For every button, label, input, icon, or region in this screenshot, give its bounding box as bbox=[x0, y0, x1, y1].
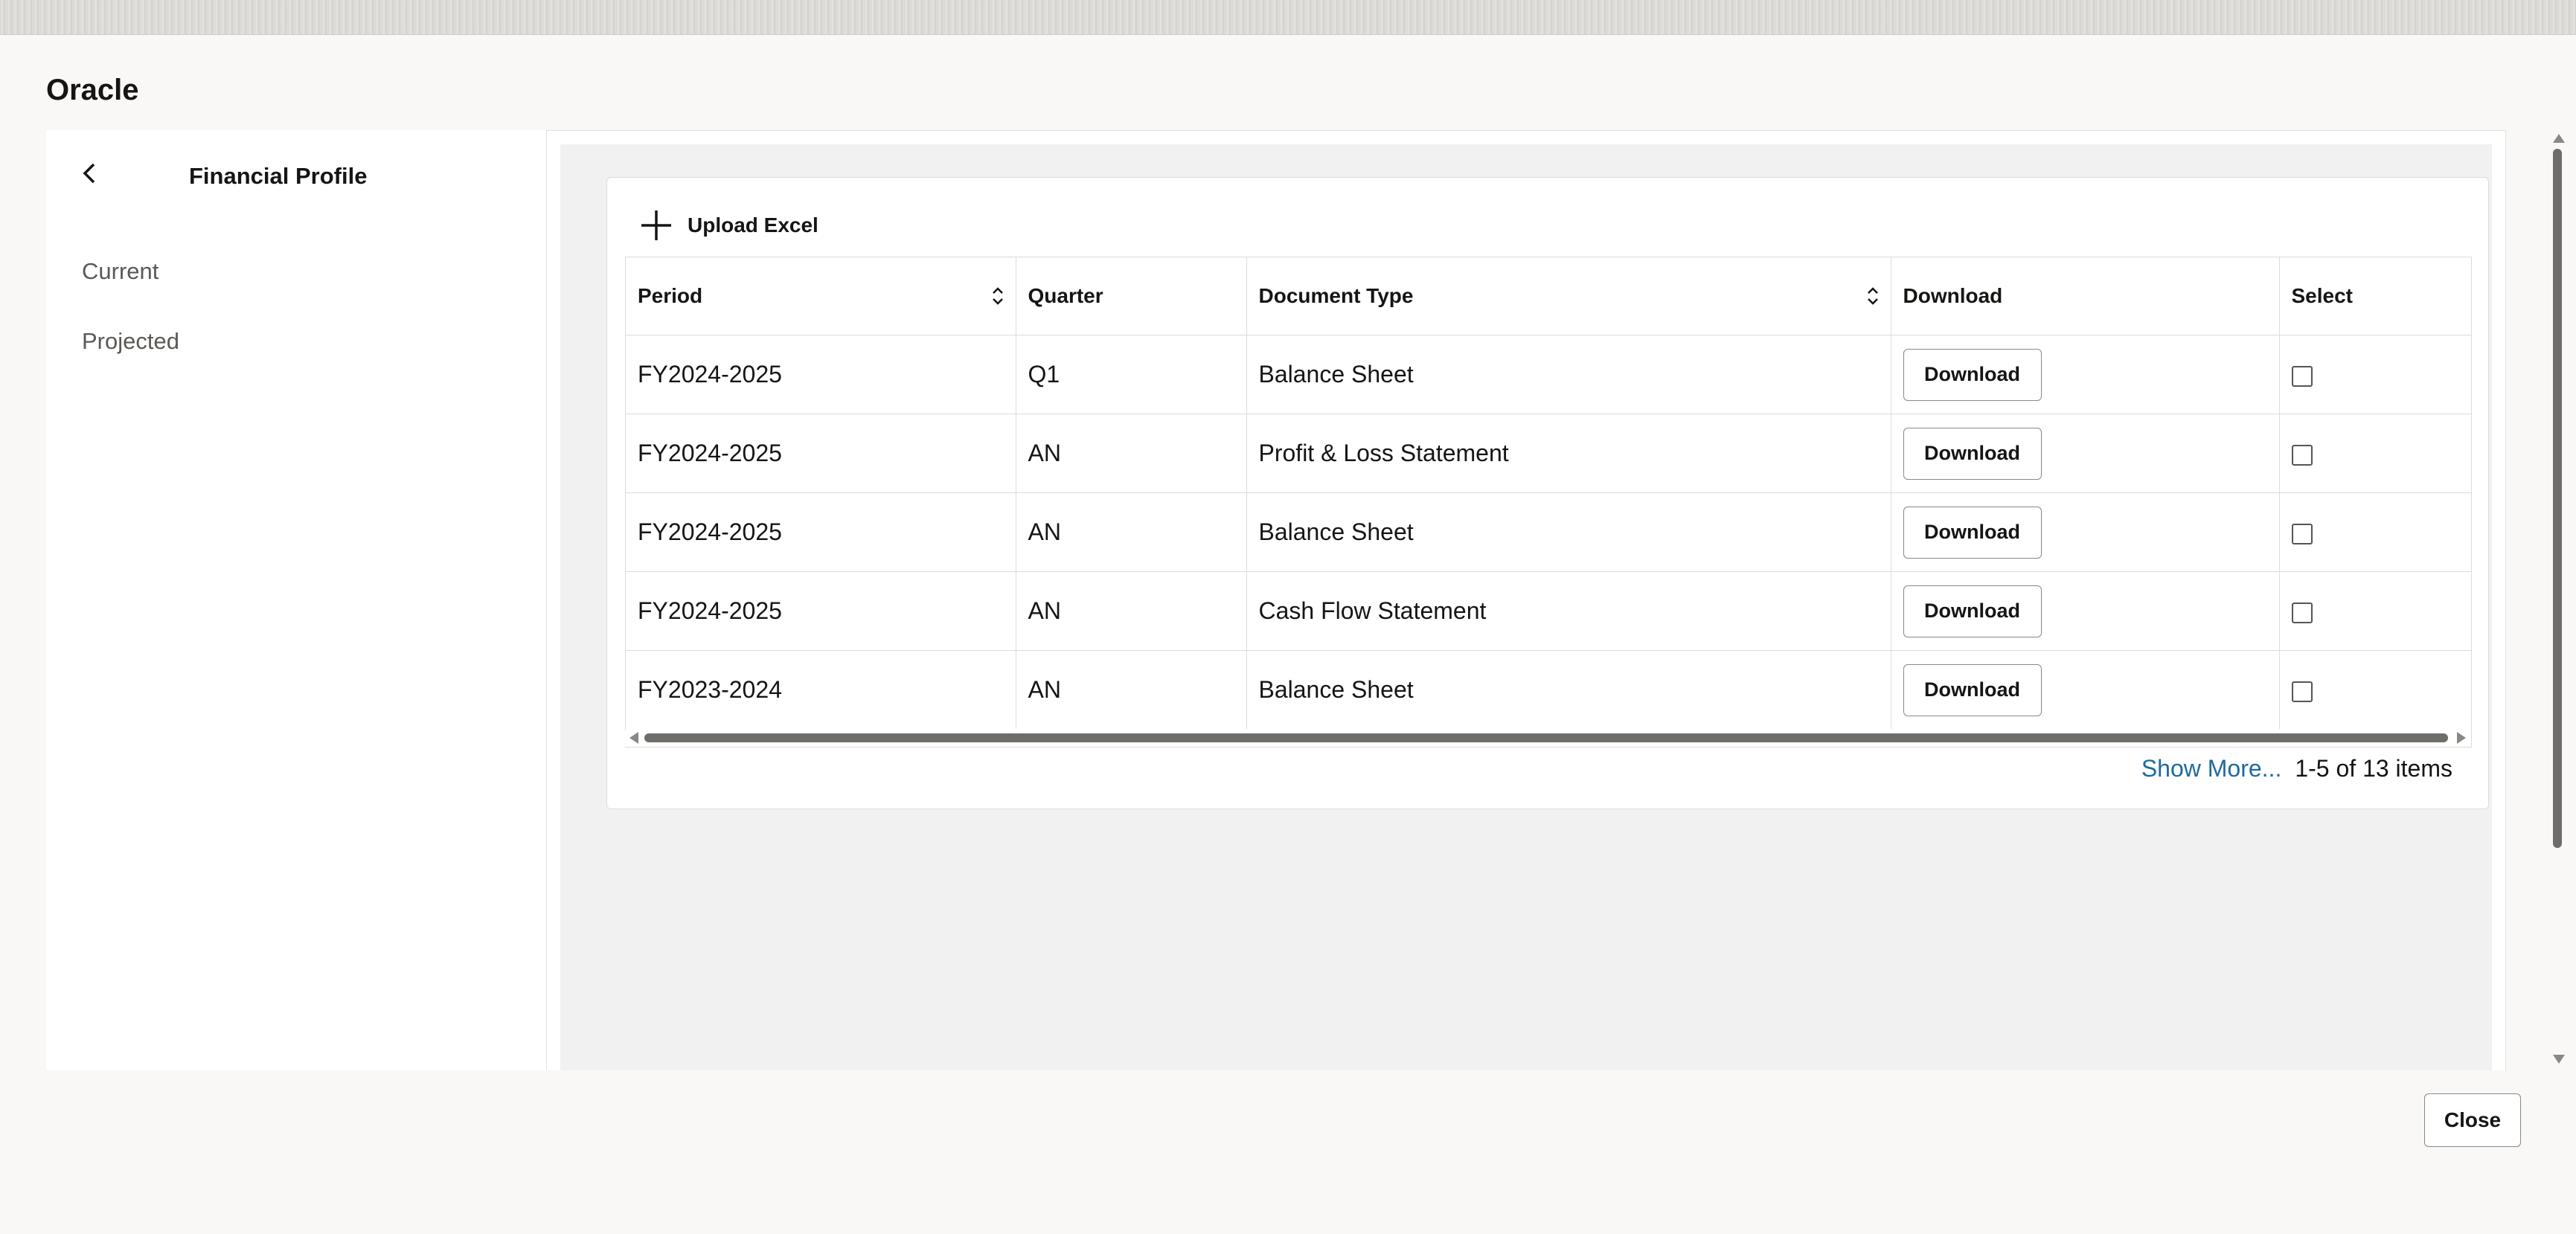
pagination: Show More... 1-5 of 13 items bbox=[2141, 755, 2452, 783]
download-cell: Download bbox=[1891, 335, 2280, 414]
item-range-label: 1-5 of 13 items bbox=[2295, 755, 2452, 782]
scroll-up-arrow-icon[interactable] bbox=[2553, 134, 2565, 143]
column-header-download: Download bbox=[1891, 257, 2280, 335]
quarter-cell: AN bbox=[1016, 492, 1247, 572]
download-button[interactable]: Download bbox=[1903, 585, 2042, 637]
select-checkbox[interactable] bbox=[2291, 365, 2313, 387]
column-header-period[interactable]: Period bbox=[626, 257, 1016, 335]
period-cell: FY2024-2025 bbox=[626, 414, 1016, 493]
documents-table: Period Quarter Document Type Download Se… bbox=[626, 257, 2471, 729]
show-more-link[interactable]: Show More... bbox=[2141, 755, 2282, 783]
period-cell: FY2024-2025 bbox=[626, 571, 1016, 651]
column-header-label: Select bbox=[2291, 284, 2354, 307]
download-cell: Download bbox=[1891, 571, 2280, 651]
financial-profile-dialog: Oracle Financial Profile Current Project… bbox=[0, 34, 2576, 1234]
sort-icon[interactable] bbox=[1867, 286, 1879, 306]
scroll-down-arrow-icon[interactable] bbox=[2553, 1055, 2565, 1064]
select-checkbox[interactable] bbox=[2291, 681, 2313, 702]
download-button[interactable]: Download bbox=[1903, 663, 2042, 716]
quarter-cell: Q1 bbox=[1016, 335, 1247, 414]
main-panel: Upload Excel Period Quarter Document Typ… bbox=[546, 130, 2506, 1071]
column-header-label: Quarter bbox=[1028, 284, 1103, 307]
vertical-scrollbar[interactable] bbox=[2551, 126, 2566, 1071]
column-header-select: Select bbox=[2279, 257, 2471, 335]
select-cell bbox=[2279, 492, 2471, 572]
table-row: FY2024-2025 AN Balance Sheet Download bbox=[626, 492, 2471, 572]
column-header-label: Period bbox=[638, 284, 703, 307]
content-background: Upload Excel Period Quarter Document Typ… bbox=[560, 144, 2492, 1071]
scroll-right-arrow-icon[interactable] bbox=[2457, 732, 2466, 744]
sidebar-title: Financial Profile bbox=[189, 163, 368, 189]
dialog-title: Oracle bbox=[46, 74, 139, 106]
documents-card: Upload Excel Period Quarter Document Typ… bbox=[606, 177, 2489, 809]
quarter-cell: AN bbox=[1016, 571, 1247, 651]
select-checkbox[interactable] bbox=[2291, 602, 2313, 623]
document-type-cell: Profit & Loss Statement bbox=[1246, 414, 1891, 493]
table-row: FY2024-2025 AN Cash Flow Statement Downl… bbox=[626, 571, 2471, 651]
column-header-document-type[interactable]: Document Type bbox=[1246, 257, 1891, 335]
period-cell: FY2024-2025 bbox=[626, 492, 1016, 572]
select-cell bbox=[2279, 571, 2471, 651]
plus-icon bbox=[641, 211, 671, 240]
select-checkbox[interactable] bbox=[2291, 523, 2313, 544]
document-type-cell: Balance Sheet bbox=[1246, 335, 1891, 414]
sort-icon[interactable] bbox=[992, 286, 1004, 306]
background-window-strip bbox=[0, 0, 2576, 34]
scroll-left-arrow-icon[interactable] bbox=[629, 732, 638, 744]
period-cell: FY2024-2025 bbox=[626, 335, 1016, 414]
vertical-scroll-thumb[interactable] bbox=[2553, 149, 2562, 848]
sidebar-item-current[interactable]: Current bbox=[82, 258, 158, 285]
sidebar-item-projected[interactable]: Projected bbox=[82, 328, 179, 355]
upload-excel-label: Upload Excel bbox=[688, 213, 818, 237]
dialog-footer bbox=[0, 1070, 2576, 1234]
download-button[interactable]: Download bbox=[1903, 506, 2042, 559]
horizontal-scrollbar[interactable] bbox=[625, 730, 2470, 746]
horizontal-scroll-thumb[interactable] bbox=[644, 733, 2448, 742]
download-cell: Download bbox=[1891, 414, 2280, 493]
download-button[interactable]: Download bbox=[1903, 427, 2042, 480]
select-cell bbox=[2279, 414, 2471, 493]
close-button[interactable]: Close bbox=[2424, 1093, 2521, 1147]
table-row: FY2024-2025 AN Profit & Loss Statement D… bbox=[626, 414, 2471, 493]
column-header-quarter: Quarter bbox=[1016, 257, 1247, 335]
quarter-cell: AN bbox=[1016, 650, 1247, 729]
download-cell: Download bbox=[1891, 492, 2280, 572]
document-type-cell: Cash Flow Statement bbox=[1246, 571, 1891, 651]
upload-excel-button[interactable]: Upload Excel bbox=[640, 205, 818, 246]
document-type-cell: Balance Sheet bbox=[1246, 492, 1891, 572]
select-cell bbox=[2279, 335, 2471, 414]
chevron-left-icon bbox=[83, 163, 95, 184]
download-button[interactable]: Download bbox=[1903, 348, 2042, 401]
download-cell: Download bbox=[1891, 650, 2280, 729]
table-row: FY2023-2024 AN Balance Sheet Download bbox=[626, 650, 2471, 730]
document-type-cell: Balance Sheet bbox=[1246, 650, 1891, 729]
period-cell: FY2023-2024 bbox=[626, 650, 1016, 729]
select-cell bbox=[2279, 651, 2471, 730]
sidebar: Financial Profile Current Projected bbox=[46, 130, 546, 1070]
column-header-label: Document Type bbox=[1258, 284, 1414, 307]
documents-table-container: Period Quarter Document Type Download Se… bbox=[625, 257, 2472, 748]
select-checkbox[interactable] bbox=[2291, 444, 2313, 466]
table-row: FY2024-2025 Q1 Balance Sheet Download bbox=[626, 335, 2471, 414]
table-header-row: Period Quarter Document Type Download Se… bbox=[626, 257, 2471, 335]
back-button[interactable] bbox=[68, 152, 110, 194]
quarter-cell: AN bbox=[1016, 414, 1247, 493]
column-header-label: Download bbox=[1903, 284, 2003, 307]
